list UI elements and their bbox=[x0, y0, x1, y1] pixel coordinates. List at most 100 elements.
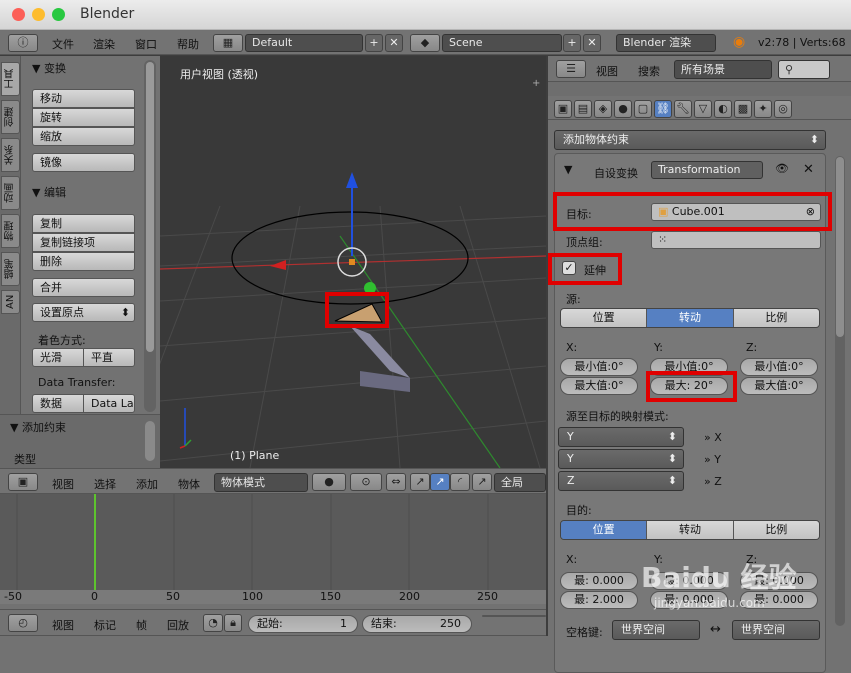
render-engine-dropdown[interactable]: Blender 渲染 bbox=[616, 34, 716, 52]
collapse-arrow-icon[interactable]: ▼ bbox=[564, 163, 572, 176]
dest-location-tab[interactable]: 位置 bbox=[561, 521, 648, 539]
menu-window[interactable]: 窗口 bbox=[135, 36, 157, 52]
constraint-name-field[interactable]: Transformation bbox=[651, 161, 763, 179]
menu-help[interactable]: 帮助 bbox=[177, 36, 199, 52]
editor-type-button[interactable]: ⓘ bbox=[8, 34, 38, 52]
layout-icon[interactable]: ▦ bbox=[213, 34, 243, 52]
scale-button[interactable]: 缩放 bbox=[32, 127, 135, 146]
layout-field[interactable]: Default bbox=[245, 34, 363, 52]
texture-icon[interactable]: ▩ bbox=[734, 100, 752, 118]
tab-an[interactable]: AN bbox=[1, 290, 20, 314]
add-constraint-section-title[interactable]: ▼ 添加约束 bbox=[10, 419, 66, 435]
timeline-menu-marker[interactable]: 标记 bbox=[94, 617, 116, 633]
object-icon[interactable]: ▢ bbox=[634, 100, 652, 118]
scale-manipulator-icon[interactable]: ◜ bbox=[450, 473, 470, 491]
tab-create[interactable]: 创建 bbox=[1, 100, 20, 134]
outliner-editor-icon[interactable]: ☰ bbox=[556, 60, 586, 78]
duplicate-button[interactable]: 复制 bbox=[32, 214, 135, 233]
timeline-editor-icon[interactable]: ◴ bbox=[8, 614, 38, 632]
map-y-source-dropdown[interactable]: Y ⬍ bbox=[558, 449, 684, 469]
remove-scene-icon[interactable]: ✕ bbox=[583, 34, 601, 52]
current-frame-field[interactable] bbox=[482, 615, 546, 617]
particles-icon[interactable]: ✦ bbox=[754, 100, 772, 118]
start-frame-field[interactable]: 起始: 1 bbox=[248, 615, 358, 633]
vertical-splitter[interactable] bbox=[546, 55, 548, 636]
add-layout-icon[interactable]: + bbox=[365, 34, 383, 52]
transform-section-title[interactable]: ▼ 变换 bbox=[32, 60, 66, 76]
add-scene-icon[interactable]: + bbox=[563, 34, 581, 52]
viewport-menu-view[interactable]: 视图 bbox=[52, 476, 74, 492]
extend-checkbox[interactable]: ✓ bbox=[562, 261, 576, 275]
flat-button[interactable]: 平直 bbox=[83, 348, 135, 367]
dest-rotation-tab[interactable]: 转动 bbox=[647, 521, 734, 539]
timeline-menu-frame[interactable]: 帧 bbox=[136, 617, 147, 633]
lock-icon[interactable]: 🔒︎ bbox=[224, 614, 242, 632]
viewport-plus-icon[interactable]: + bbox=[532, 78, 540, 89]
duplicate-linked-button[interactable]: 复制链接项 bbox=[32, 233, 135, 252]
owner-space-dropdown[interactable]: 世界空间 bbox=[612, 620, 700, 640]
zoom-window-button[interactable] bbox=[52, 8, 65, 21]
smooth-button[interactable]: 光滑 bbox=[32, 348, 84, 367]
end-frame-field[interactable]: 结束: 250 bbox=[362, 615, 472, 633]
source-x-min-field[interactable]: 最小值:0° bbox=[560, 358, 638, 376]
map-x-source-dropdown[interactable]: Y ⬍ bbox=[558, 427, 684, 447]
source-x-max-field[interactable]: 最大值:0° bbox=[560, 377, 638, 395]
operator-scrollbar[interactable] bbox=[145, 421, 155, 461]
outliner-view-menu[interactable]: 视图 bbox=[596, 63, 618, 79]
physics-icon[interactable]: ◎ bbox=[774, 100, 792, 118]
viewport-menu-object[interactable]: 物体 bbox=[178, 476, 200, 492]
tab-physics[interactable]: 物理 bbox=[1, 214, 20, 248]
timeline-area[interactable]: -50 0 50 100 150 200 250 bbox=[0, 494, 546, 604]
remove-layout-icon[interactable]: ✕ bbox=[385, 34, 403, 52]
viewport-menu-add[interactable]: 添加 bbox=[136, 476, 158, 492]
layers-icon[interactable]: ▤ bbox=[574, 100, 592, 118]
source-rotation-tab[interactable]: 转动 bbox=[647, 309, 734, 327]
source-z-min-field[interactable]: 最小值:0° bbox=[740, 358, 818, 376]
vertex-group-field[interactable]: ⁙ bbox=[651, 231, 821, 249]
close-window-button[interactable] bbox=[12, 8, 25, 21]
rotate-manipulator-icon[interactable]: ↗ bbox=[430, 473, 450, 491]
toolshelf-scrollbar[interactable] bbox=[144, 60, 156, 412]
shading-icon[interactable]: ● bbox=[312, 473, 346, 491]
delete-button[interactable]: 删除 bbox=[32, 252, 135, 271]
mirror-button[interactable]: 镜像 bbox=[32, 153, 135, 172]
data-button[interactable]: 数据 bbox=[32, 394, 84, 413]
world-icon[interactable]: ● bbox=[614, 100, 632, 118]
menu-file[interactable]: 文件 bbox=[52, 36, 74, 52]
render-icon[interactable]: ▣ bbox=[554, 100, 572, 118]
modifiers-icon[interactable]: 🔧︎ bbox=[674, 100, 692, 118]
set-origin-dropdown[interactable]: 设置原点 ⬍ bbox=[32, 303, 135, 322]
timeline-menu-view[interactable]: 视图 bbox=[52, 617, 74, 633]
arrow-icon[interactable]: ↗ bbox=[472, 473, 492, 491]
scene-icon[interactable]: ◆ bbox=[410, 34, 440, 52]
translate-manipulator-icon[interactable]: ↗ bbox=[410, 473, 430, 491]
tab-animation[interactable]: 动画 bbox=[1, 176, 20, 210]
orientation-dropdown[interactable]: 全局 bbox=[494, 473, 546, 492]
outliner-search-menu[interactable]: 搜索 bbox=[638, 63, 660, 79]
visibility-eye-icon[interactable]: 👁︎ bbox=[775, 162, 789, 175]
properties-scrollbar[interactable] bbox=[835, 156, 845, 626]
scene-field[interactable]: Scene bbox=[442, 34, 562, 52]
delete-constraint-icon[interactable]: ✕ bbox=[803, 162, 814, 177]
join-button[interactable]: 合并 bbox=[32, 278, 135, 297]
rotate-button[interactable]: 旋转 bbox=[32, 108, 135, 127]
menu-render[interactable]: 渲染 bbox=[93, 36, 115, 52]
target-space-dropdown[interactable]: 世界空间 bbox=[732, 620, 820, 640]
clear-target-icon[interactable]: ⊗ bbox=[806, 204, 815, 220]
viewport-editor-type-icon[interactable]: ▣ bbox=[8, 473, 38, 491]
map-z-source-dropdown[interactable]: Z ⬍ bbox=[558, 471, 684, 491]
edit-section-title[interactable]: ▼ 编辑 bbox=[32, 184, 66, 200]
tab-relations[interactable]: 关系 bbox=[1, 138, 20, 172]
add-object-constraint-dropdown[interactable]: 添加物体约束 ⬍ bbox=[554, 130, 826, 150]
3d-viewport[interactable]: 用户视图 (透视) (1) Plane + bbox=[160, 56, 546, 468]
display-mode-dropdown[interactable]: 所有场景 bbox=[674, 60, 772, 79]
outliner-search-input[interactable]: ⚲ bbox=[778, 60, 830, 79]
dest-scale-tab[interactable]: 比例 bbox=[733, 521, 819, 539]
tab-tools[interactable]: 工具 bbox=[1, 62, 20, 96]
timeline-menu-playback[interactable]: 回放 bbox=[167, 617, 189, 633]
source-location-tab[interactable]: 位置 bbox=[561, 309, 648, 327]
data-layers-button[interactable]: Data La bbox=[83, 394, 135, 413]
mode-dropdown[interactable]: 物体模式 bbox=[214, 473, 308, 492]
scene-tab-icon[interactable]: ◈ bbox=[594, 100, 612, 118]
preview-range-icon[interactable]: ◔ bbox=[203, 614, 223, 632]
